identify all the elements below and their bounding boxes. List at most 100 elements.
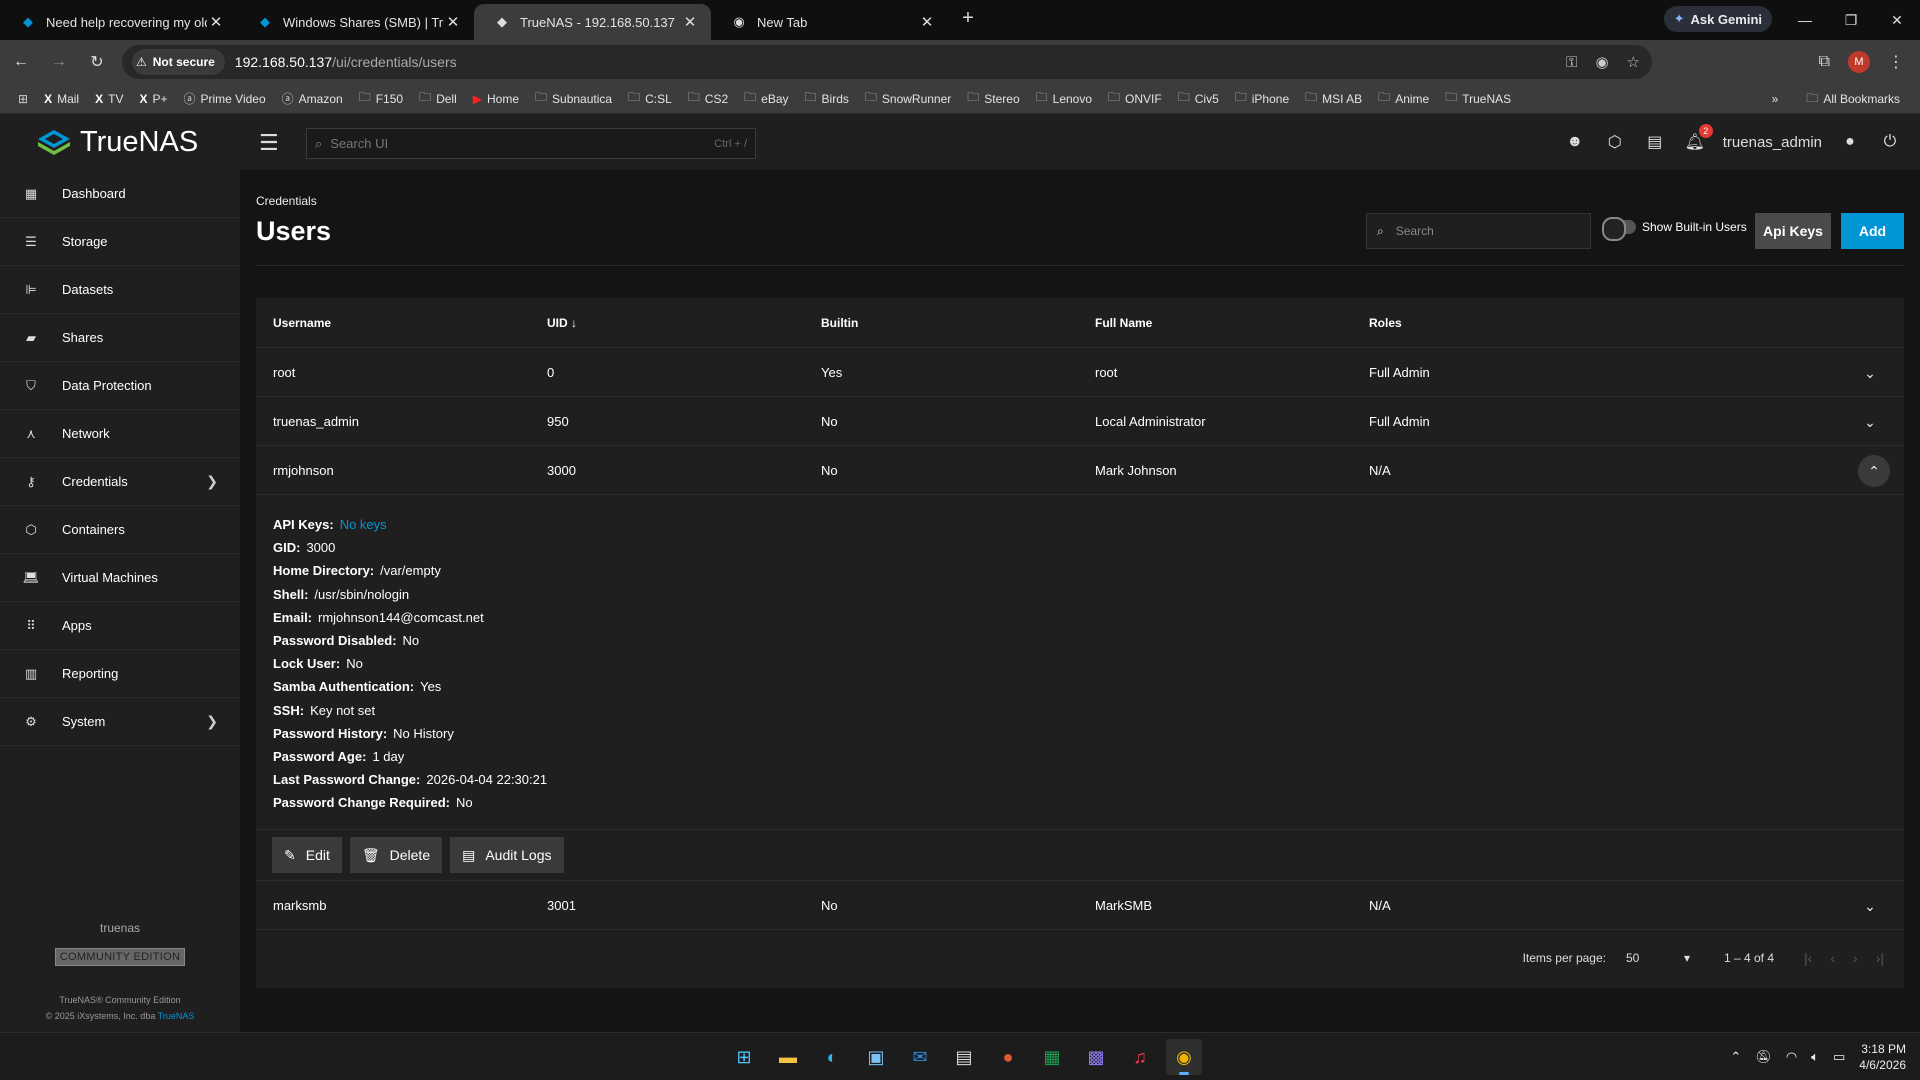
microsoft-store-icon[interactable]: ▣	[858, 1039, 894, 1075]
browser-tab[interactable]: ◉ New Tab ✕	[711, 4, 948, 40]
sidebar-item-reporting[interactable]: ▥ Reporting	[0, 650, 240, 698]
sidebar-item-containers[interactable]: ⬡ Containers	[0, 506, 240, 554]
bookmark-folder[interactable]: 🗀 eBay	[736, 88, 796, 109]
column-header-roles[interactable]: Roles	[1352, 316, 1904, 330]
users-search-input[interactable]: ⌕ Search	[1366, 213, 1591, 249]
search-ui-input[interactable]: ⌕ Search UI Ctrl + /	[306, 128, 756, 159]
reload-button[interactable]: ↻	[80, 45, 114, 79]
sidebar-item-datasets[interactable]: ⊫ Datasets	[0, 266, 240, 314]
hamburger-menu-icon[interactable]: ☰	[259, 130, 279, 156]
first-page-icon[interactable]: |‹	[1804, 950, 1812, 966]
browser-tab-active[interactable]: ◆ TrueNAS - 192.168.50.137 ✕	[474, 4, 711, 40]
sidebar-item-system[interactable]: ⚙ System ❯	[0, 698, 240, 746]
bookmark-folder[interactable]: 🗀 Subnautica	[527, 88, 620, 109]
forward-button[interactable]: →	[42, 45, 76, 79]
sidebar-item-dashboard[interactable]: ▦ Dashboard	[0, 170, 240, 218]
notepad-icon[interactable]: ▤	[946, 1039, 982, 1075]
clipchamp-icon[interactable]: ▩	[1078, 1039, 1114, 1075]
profile-avatar[interactable]: M	[1848, 51, 1870, 73]
sidebar-item-shares[interactable]: ▰ Shares	[0, 314, 240, 362]
breadcrumb[interactable]: Credentials	[256, 194, 317, 208]
column-header-uid[interactable]: UID ↓	[530, 316, 804, 330]
expand-chevron-down-icon[interactable]: ⌄	[1858, 894, 1882, 918]
sidebar-item-virtual-machines[interactable]: 💻︎ Virtual Machines	[0, 554, 240, 602]
truenas-logo[interactable]: TrueNAS	[36, 126, 198, 159]
all-bookmarks[interactable]: 🗀 All Bookmarks	[1798, 89, 1908, 110]
add-user-button[interactable]: Add	[1841, 213, 1904, 249]
chevron-up-icon[interactable]: ⌃	[1730, 1049, 1741, 1065]
windows-start-icon[interactable]: ⊞	[726, 1039, 762, 1075]
sidebar-item-storage[interactable]: ☰ Storage	[0, 218, 240, 266]
bookmark-folder[interactable]: 🗀 iPhone	[1227, 88, 1297, 109]
bookmark-folder[interactable]: 🗀 Civ5	[1170, 88, 1227, 109]
bookmark-folder[interactable]: 🗀 C:SL	[620, 88, 680, 109]
bookmark-tv[interactable]: X TV	[87, 92, 131, 106]
eye-icon[interactable]: ◉	[1595, 53, 1608, 71]
password-key-icon[interactable]: ⚿	[1566, 54, 1577, 71]
column-header-full-name[interactable]: Full Name	[1078, 316, 1352, 330]
restore-button[interactable]: ❐	[1828, 0, 1874, 40]
bookmark-folder[interactable]: 🗀 MSI AB	[1297, 88, 1370, 109]
apps-grid-icon[interactable]: ⊞	[10, 92, 36, 106]
clock[interactable]: 3:18 PM 4/6/2026	[1859, 1041, 1906, 1073]
power-icon[interactable]: ⏻	[1878, 130, 1902, 154]
excel-icon[interactable]: ▦	[1034, 1039, 1070, 1075]
duckduckgo-icon[interactable]: ●	[990, 1039, 1026, 1075]
delete-user-button[interactable]: 🗑︎ Delete	[349, 837, 443, 873]
side-panel-search-icon[interactable]: ⧉	[1819, 53, 1830, 71]
feedback-smiley-icon[interactable]: ☻	[1563, 130, 1587, 154]
bookmark-folder[interactable]: 🗀 Stereo	[959, 88, 1027, 109]
file-explorer-icon[interactable]: ▬	[770, 1039, 806, 1075]
table-row[interactable]: truenas_admin 950 No Local Administrator…	[256, 397, 1904, 446]
more-bookmarks-icon[interactable]: »	[1772, 92, 1779, 106]
edit-user-button[interactable]: ✎ Edit	[272, 837, 342, 873]
close-tab-icon[interactable]: ✕	[444, 13, 462, 31]
username-label[interactable]: truenas_admin	[1723, 134, 1822, 151]
browser-tab[interactable]: ◆ Windows Shares (SMB) | TrueN ✕	[237, 4, 474, 40]
audit-logs-button[interactable]: ▤ Audit Logs	[450, 837, 564, 873]
table-row[interactable]: marksmb 3001 No MarkSMB N/A ⌄	[256, 881, 1904, 930]
notifications-off-icon[interactable]: 🔕︎	[1755, 1049, 1772, 1065]
back-button[interactable]: ←	[4, 45, 38, 79]
close-window-button[interactable]: ✕	[1874, 0, 1920, 40]
api-keys-link[interactable]: No keys	[340, 517, 387, 532]
edge-icon[interactable]: ◐	[814, 1039, 850, 1075]
menu-kebab-icon[interactable]: ⋮	[1888, 52, 1904, 72]
account-circle-icon[interactable]: ●	[1838, 130, 1862, 154]
sidebar-item-network[interactable]: ⋏ Network	[0, 410, 240, 458]
bookmark-folder[interactable]: 🗀 CS2	[680, 88, 736, 109]
previous-page-icon[interactable]: ‹	[1830, 950, 1835, 966]
sidebar-item-data-protection[interactable]: ⛉ Data Protection	[0, 362, 240, 410]
sidebar-item-credentials[interactable]: ⚷ Credentials ❯	[0, 458, 240, 506]
bookmark-prime-video[interactable]: ⓐ Prime Video	[175, 90, 273, 107]
close-tab-icon[interactable]: ✕	[207, 13, 225, 31]
chrome-icon[interactable]: ◉	[1166, 1039, 1202, 1075]
ask-gemini-button[interactable]: ✦ Ask Gemini	[1663, 6, 1772, 32]
bookmark-amazon[interactable]: ⓐ Amazon	[274, 90, 351, 107]
expand-chevron-down-icon[interactable]: ⌄	[1858, 361, 1882, 385]
address-bar[interactable]: ⚠ Not secure 192.168.50.137 /ui/credenti…	[122, 45, 1652, 79]
truecommand-icon[interactable]: ⬡	[1603, 130, 1627, 154]
column-header-username[interactable]: Username	[256, 316, 530, 330]
bookmark-pplus[interactable]: X P+	[131, 92, 175, 106]
api-keys-button[interactable]: Api Keys	[1755, 213, 1831, 249]
notifications-bell-icon[interactable]: 🔔︎ 2	[1683, 124, 1713, 154]
bookmark-folder[interactable]: 🗀 ONVIF	[1100, 88, 1170, 109]
new-tab-button[interactable]: +	[954, 4, 982, 32]
battery-icon[interactable]: ▭	[1833, 1049, 1845, 1065]
minimize-button[interactable]: —	[1782, 0, 1828, 40]
expand-chevron-down-icon[interactable]: ⌄	[1858, 410, 1882, 434]
table-row[interactable]: root 0 Yes root Full Admin ⌄	[256, 348, 1904, 397]
not-secure-chip[interactable]: ⚠ Not secure	[132, 49, 225, 75]
items-per-page-select[interactable]: 50 ▾	[1626, 951, 1696, 965]
bookmark-folder[interactable]: 🗀 TrueNAS	[1437, 88, 1519, 109]
sidebar-item-apps[interactable]: ⠿ Apps	[0, 602, 240, 650]
bookmark-folder[interactable]: 🗀 SnowRunner	[857, 88, 959, 109]
last-page-icon[interactable]: ›|	[1876, 950, 1884, 966]
bookmark-folder[interactable]: 🗀 Birds	[797, 88, 857, 109]
browser-tab[interactable]: ◆ Need help recovering my old Tr ✕	[0, 4, 237, 40]
bookmark-star-icon[interactable]: ☆	[1627, 53, 1640, 71]
outlook-icon[interactable]: ✉	[902, 1039, 938, 1075]
bookmark-youtube-home[interactable]: ▶ Home	[465, 92, 527, 106]
bookmark-mail[interactable]: X Mail	[36, 92, 87, 106]
